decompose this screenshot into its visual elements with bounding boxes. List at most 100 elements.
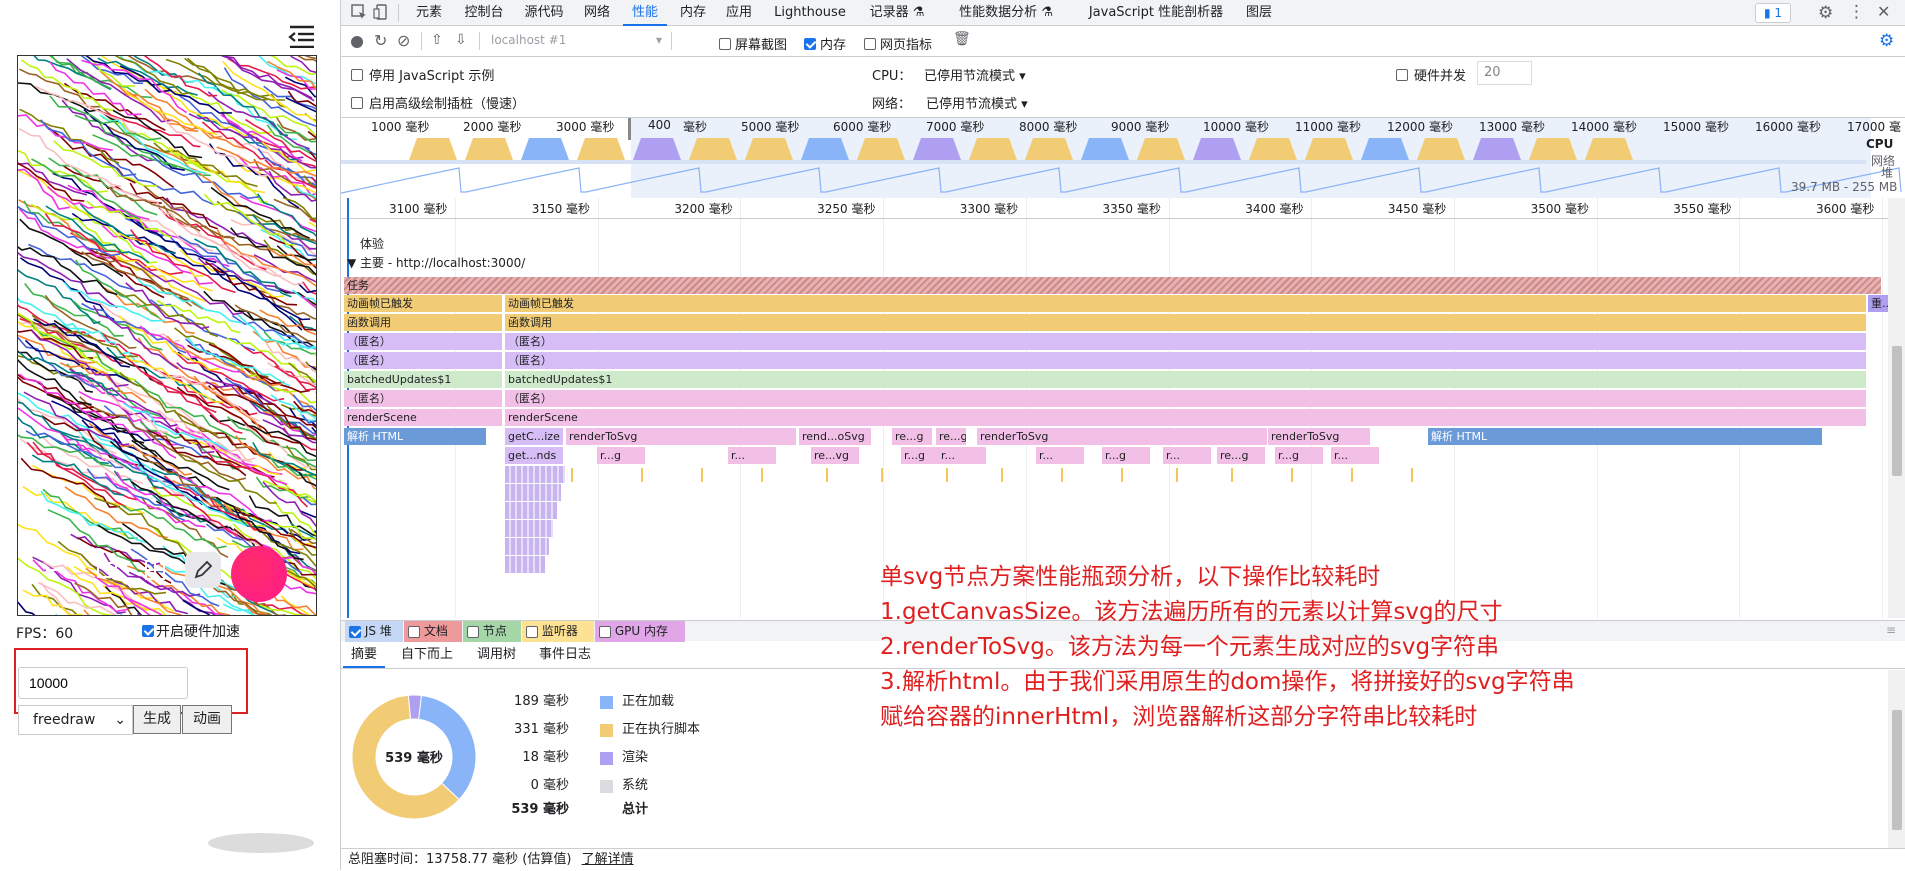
render-to-svg-bar[interactable]: re...g [892, 428, 932, 445]
close-icon[interactable]: ✕ [1877, 2, 1890, 21]
reload-record-icon[interactable]: ↻ [374, 31, 387, 50]
anon-bar[interactable]: （匿名） [505, 333, 1866, 350]
tab-layers[interactable]: 图层 [1239, 0, 1279, 26]
legend-nodes[interactable]: 节点 [463, 621, 521, 642]
parse-html-bar[interactable]: 解析 HTML [344, 428, 486, 445]
network-throttle-select[interactable]: 已停用节流模式 ▾ [926, 93, 1028, 112]
tab-call-tree[interactable]: 调用树 [469, 642, 524, 668]
tab-perf-insights[interactable]: 性能数据分析 ⚗ [941, 0, 1071, 26]
get-bounds-child-bar[interactable] [505, 502, 557, 519]
download-icon[interactable]: ⇩ [455, 32, 467, 48]
tab-sources[interactable]: 源代码 [517, 0, 571, 26]
overview-handle-left[interactable] [628, 118, 631, 140]
learn-more-link[interactable]: 了解详情 [582, 852, 634, 867]
memory-check[interactable] [804, 37, 816, 50]
legend-js-heap-check[interactable] [349, 625, 361, 638]
upload-icon[interactable]: ⇧ [431, 32, 443, 48]
batched-updates-bar[interactable]: batchedUpdates$1 [505, 371, 1866, 388]
trash-icon[interactable]: 🗑 [953, 31, 971, 47]
hw-concurrency-checkbox[interactable]: 硬件并发 [1396, 65, 1466, 84]
legend-listeners[interactable]: 监听器 [522, 621, 594, 642]
tab-application[interactable]: 应用 [719, 0, 759, 26]
track-experience[interactable]: 体验 [360, 235, 384, 252]
tab-elements[interactable]: 元素 [407, 0, 451, 26]
webvitals-checkbox[interactable]: 网页指标 [864, 34, 932, 53]
tab-recorder[interactable]: 记录器 ⚗ [861, 0, 933, 26]
device-toggle-icon[interactable] [373, 4, 389, 23]
disable-js-samples-checkbox[interactable]: 停用 JavaScript 示例 [351, 65, 494, 84]
color-picker-button[interactable] [231, 546, 287, 602]
generate-button[interactable]: 生成 [133, 705, 181, 734]
tab-lighthouse[interactable]: Lighthouse [765, 0, 855, 26]
mode-select[interactable]: freedraw ⌄ [18, 705, 133, 735]
animate-button[interactable]: 动画 [182, 705, 232, 734]
get-bounds-child-bar[interactable] [505, 466, 565, 483]
more-vert-icon[interactable]: ⋮ [1848, 2, 1865, 22]
render-child-bar[interactable]: r...g [1102, 447, 1150, 464]
anim-frame-bar[interactable]: 动画帧已触发 [505, 295, 1866, 312]
image-tool-icon[interactable] [89, 552, 125, 588]
frame-tool-icon[interactable] [137, 552, 173, 588]
anon-bar[interactable]: （匿名） [344, 390, 502, 407]
render-child-bar[interactable]: r... [1331, 447, 1379, 464]
summary-scrollbar[interactable] [1888, 670, 1905, 848]
legend-nodes-check[interactable] [467, 625, 479, 638]
func-call-bar[interactable]: 函数调用 [505, 314, 1866, 331]
get-bounds-child-bar[interactable] [505, 538, 549, 555]
render-child-bar[interactable]: r... [1163, 447, 1211, 464]
render-scene-bar[interactable]: renderScene [505, 409, 1866, 426]
issues-badge[interactable]: ▮ 1 [1755, 3, 1791, 23]
hw-concurrency-check[interactable] [1396, 68, 1408, 81]
render-child-bar[interactable]: r... [728, 447, 776, 464]
get-canvas-size-bar[interactable]: getC...ize [505, 428, 563, 445]
clear-icon[interactable]: ⊘ [397, 31, 410, 50]
tab-bottom-up[interactable]: 自下而上 [393, 642, 461, 668]
flame-scroll-thumb[interactable] [1892, 346, 1902, 476]
tab-js-profiler[interactable]: JavaScript 性能剖析器 [1081, 0, 1231, 26]
get-bounds-child-bar[interactable] [505, 520, 553, 537]
render-child-bar[interactable]: r...g [597, 447, 645, 464]
track-main[interactable]: ▼ 主要 - http://localhost:3000/ [347, 254, 525, 271]
tab-summary[interactable]: 摘要 [343, 642, 386, 668]
flame-scrollbar[interactable] [1888, 198, 1905, 618]
anon-bar[interactable]: （匿名） [505, 352, 1866, 369]
timeline-overview[interactable]: 1000 毫秒 2000 毫秒 3000 毫秒 400 毫秒 5000 毫秒 6000 毫秒… [340, 118, 1905, 198]
get-bounds-bar[interactable]: get...nds [505, 447, 563, 464]
flame-chart[interactable]: 3100 毫秒 3150 毫秒 3200 毫秒 3250 毫秒 3300 毫秒 3350 … [341, 198, 1905, 618]
parse-html-bar[interactable]: 解析 HTML [1428, 428, 1822, 445]
tab-performance[interactable]: 性能 [623, 0, 667, 26]
drawing-canvas[interactable] [17, 55, 317, 616]
webvitals-check[interactable] [864, 37, 876, 50]
hw-concurrency-input[interactable]: 20 [1477, 61, 1532, 85]
tab-console[interactable]: 控制台 [457, 0, 511, 26]
summary-scroll-thumb[interactable] [1892, 710, 1902, 830]
tab-memory[interactable]: 内存 [673, 0, 713, 26]
func-call-bar[interactable]: 函数调用 [344, 314, 502, 331]
render-to-svg-bar[interactable]: rend...oSvg [799, 428, 871, 445]
render-scene-bar[interactable]: renderScene [344, 409, 502, 426]
advanced-paint-checkbox[interactable]: 启用高级绘制插桩（慢速） [351, 93, 525, 112]
anon-bar[interactable]: （匿名） [344, 333, 502, 350]
anim-frame-bar[interactable]: 动画帧已触发 [344, 295, 502, 312]
tab-event-log[interactable]: 事件日志 [531, 642, 599, 668]
anon-bar[interactable]: （匿名） [344, 352, 502, 369]
render-child-bar[interactable]: r... [1036, 447, 1084, 464]
legend-gpu-memory-check[interactable] [599, 625, 611, 638]
get-bounds-child-bar[interactable] [505, 484, 561, 501]
batched-updates-bar[interactable]: batchedUpdates$1 [344, 371, 502, 388]
render-child-bar[interactable]: r... [938, 447, 986, 464]
record-icon[interactable] [351, 36, 363, 48]
get-bounds-child-bar[interactable] [505, 556, 545, 573]
legend-listeners-check[interactable] [526, 625, 538, 638]
recording-select[interactable]: localhost #1 ▾ [491, 33, 666, 51]
cpu-throttle-select[interactable]: 已停用节流模式 ▾ [924, 65, 1026, 84]
legend-documents-check[interactable] [408, 625, 420, 638]
legend-documents[interactable]: 文档 [404, 621, 462, 642]
disable-js-samples-check[interactable] [351, 68, 363, 81]
tab-network[interactable]: 网络 [577, 0, 617, 26]
element-count-input[interactable] [18, 667, 188, 699]
render-to-svg-bar[interactable]: re...g [936, 428, 966, 445]
task-bar[interactable]: 任务 [344, 277, 1881, 294]
hw-accel-check-icon[interactable] [142, 625, 154, 637]
hw-accel-checkbox[interactable]: 开启硬件加速 [142, 621, 240, 641]
